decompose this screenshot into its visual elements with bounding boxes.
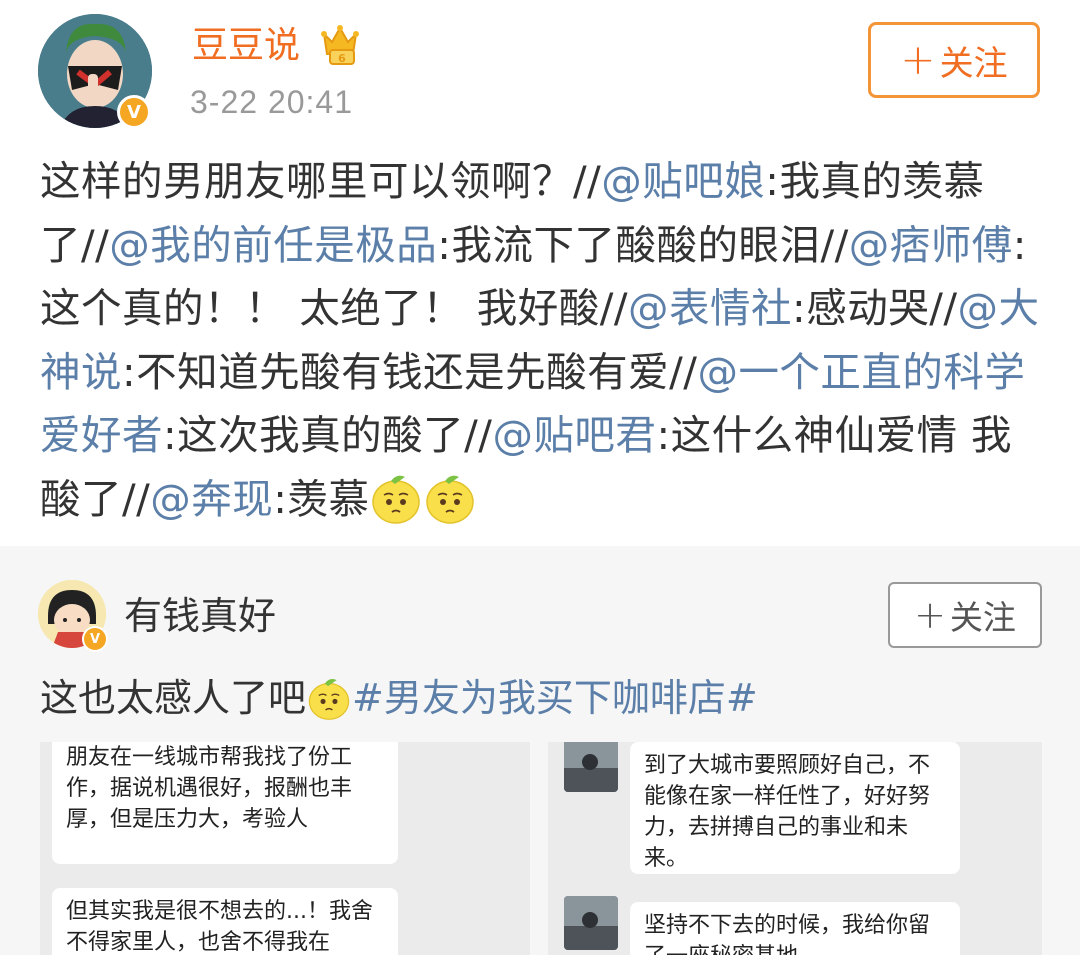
mention-link[interactable]: @表情社 [628,284,792,332]
post-body: 这样的男朋友哪里可以领啊？//@贴吧娘:我真的羡慕了//@我的前任是极品:我流下… [40,150,1050,531]
post-text-segment: :感动哭// [792,284,958,332]
retweet-author-name[interactable]: 有钱真好 [124,588,276,644]
chat-bubble: 朋友在一线城市帮我找了份工作，据说机遇很好，报酬也丰厚，但是压力大，考验人 [52,742,398,864]
chat-avatar [564,896,618,950]
retweet-follow-button[interactable]: + 关注 [888,582,1042,648]
lemon-icon [369,471,423,525]
author-name[interactable]: 豆豆说 [192,18,300,74]
post-text-segment: :这次我真的酸了// [163,411,493,459]
plus-icon: + [914,593,946,637]
follow-label: 关注 [949,598,1016,637]
crown-icon: 6 [320,22,360,66]
chat-bubble: 坚持不下去的时候，我给你留了一座秘密基地 [630,902,960,955]
mention-link[interactable]: @贴吧君 [492,411,656,459]
retweet-text: 这也太感人了吧 #男友为我买下咖啡店# [40,668,758,728]
mention-link[interactable]: @我的前任是极品 [109,221,437,269]
v-badge-icon: V [82,626,108,652]
mention-link[interactable]: @贴吧娘 [601,157,765,205]
lemon-icon [423,471,477,525]
chat-bubble: 但其实我是很不想去的...！我舍不得家里人，也舍不得我在 [52,888,398,955]
mention-link[interactable]: @痞师傅 [849,221,1013,269]
hashtag-link[interactable]: #男友为我买下咖啡店# [352,676,758,720]
lemon-icon [306,675,352,721]
follow-label: 关注 [939,43,1008,84]
chat-bubble: 到了大城市要照顾好自己，不能像在家一样任性了，好好努力，去拼搏自己的事业和未来。 [630,742,960,874]
follow-button[interactable]: + 关注 [868,22,1040,98]
post-text-segment: :羡慕 [273,474,370,523]
chat-screenshot-left[interactable]: 朋友在一线城市帮我找了份工作，据说机遇很好，报酬也丰厚，但是压力大，考验人 但其… [40,742,530,955]
chat-screenshot-right[interactable]: 到了大城市要照顾好自己，不能像在家一样任性了，好好努力，去拼搏自己的事业和未来。… [548,742,1042,955]
mention-link[interactable]: @奔现 [150,475,273,523]
svg-text:6: 6 [338,52,346,65]
chat-avatar [564,742,618,792]
plus-icon: + [900,35,936,84]
retweet-body-text: 这也太感人了吧 [40,676,307,720]
post-text-segment: :不知道先酸有钱还是先酸有爱// [122,347,698,396]
post-text-segment: 这样的男朋友哪里可以领啊？// [40,157,602,205]
post-text-segment: :我流下了酸酸的眼泪// [437,220,849,269]
v-badge-icon: V [117,95,151,129]
post-timestamp: 3-22 20:41 [190,84,354,120]
